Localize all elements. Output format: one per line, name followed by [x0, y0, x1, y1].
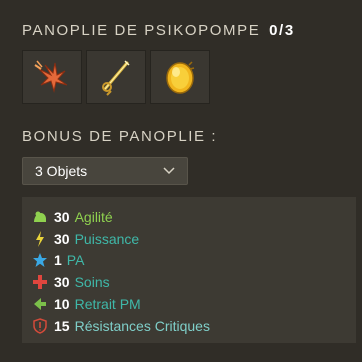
- bonus-line-agility: 30 Agilité: [32, 206, 356, 228]
- set-panel: PANOPLIE DE PSIKOPOMPE 0/3 BONUS DE PANO…: [0, 0, 362, 362]
- critical-resistance-shield-icon: [32, 318, 48, 334]
- bonus-value: 1: [54, 252, 62, 269]
- bonus-value: 10: [54, 296, 70, 313]
- bonus-value: 30: [54, 230, 70, 247]
- bonus-line-pa: 1 PA: [32, 250, 356, 272]
- pm-retreat-icon: [32, 296, 48, 312]
- item-count-select[interactable]: 3 Objets: [22, 157, 188, 185]
- item-count-select-value: 3 Objets: [35, 163, 88, 179]
- bonus-line-power: 30 Puissance: [32, 228, 356, 250]
- item-slot-3[interactable]: [150, 50, 210, 104]
- bonus-value: 30: [54, 274, 70, 291]
- bonus-value: 30: [54, 208, 70, 225]
- bonus-stat: Soins: [74, 274, 110, 291]
- set-item-count: 0/3: [269, 22, 295, 39]
- heal-cross-icon: [32, 274, 48, 290]
- bonus-stat: Retrait PM: [74, 296, 141, 313]
- bonus-line-critical-resistance: 15 Résistances Critiques: [32, 315, 356, 337]
- orange-claw-item-icon: [34, 60, 68, 93]
- golden-orb-item-icon: [166, 61, 195, 94]
- bonus-stat: PA: [66, 252, 85, 269]
- set-name: PANOPLIE DE PSIKOPOMPE: [22, 22, 261, 39]
- bonus-line-pm-retreat: 10 Retrait PM: [32, 293, 356, 315]
- bonus-title: BONUS DE PANOPLIE :: [22, 128, 218, 145]
- power-icon: [32, 230, 48, 247]
- bonus-list: 30 Agilité 30 Puissance 1 PA 30 Soins 10…: [22, 197, 356, 343]
- chevron-down-icon: [163, 165, 175, 177]
- item-slot-1[interactable]: [22, 50, 82, 104]
- bonus-stat: Résistances Critiques: [74, 317, 210, 334]
- set-items: [22, 50, 210, 104]
- pa-star-icon: [32, 252, 48, 268]
- bonus-line-heal: 30 Soins: [32, 271, 356, 293]
- golden-wand-item-icon: [102, 60, 130, 96]
- set-title: PANOPLIE DE PSIKOPOMPE 0/3: [22, 22, 295, 39]
- item-slot-2[interactable]: [86, 50, 146, 104]
- bonus-value: 15: [54, 317, 70, 334]
- agility-icon: [32, 209, 48, 225]
- bonus-stat: Agilité: [74, 208, 113, 225]
- bonus-stat: Puissance: [74, 230, 140, 247]
